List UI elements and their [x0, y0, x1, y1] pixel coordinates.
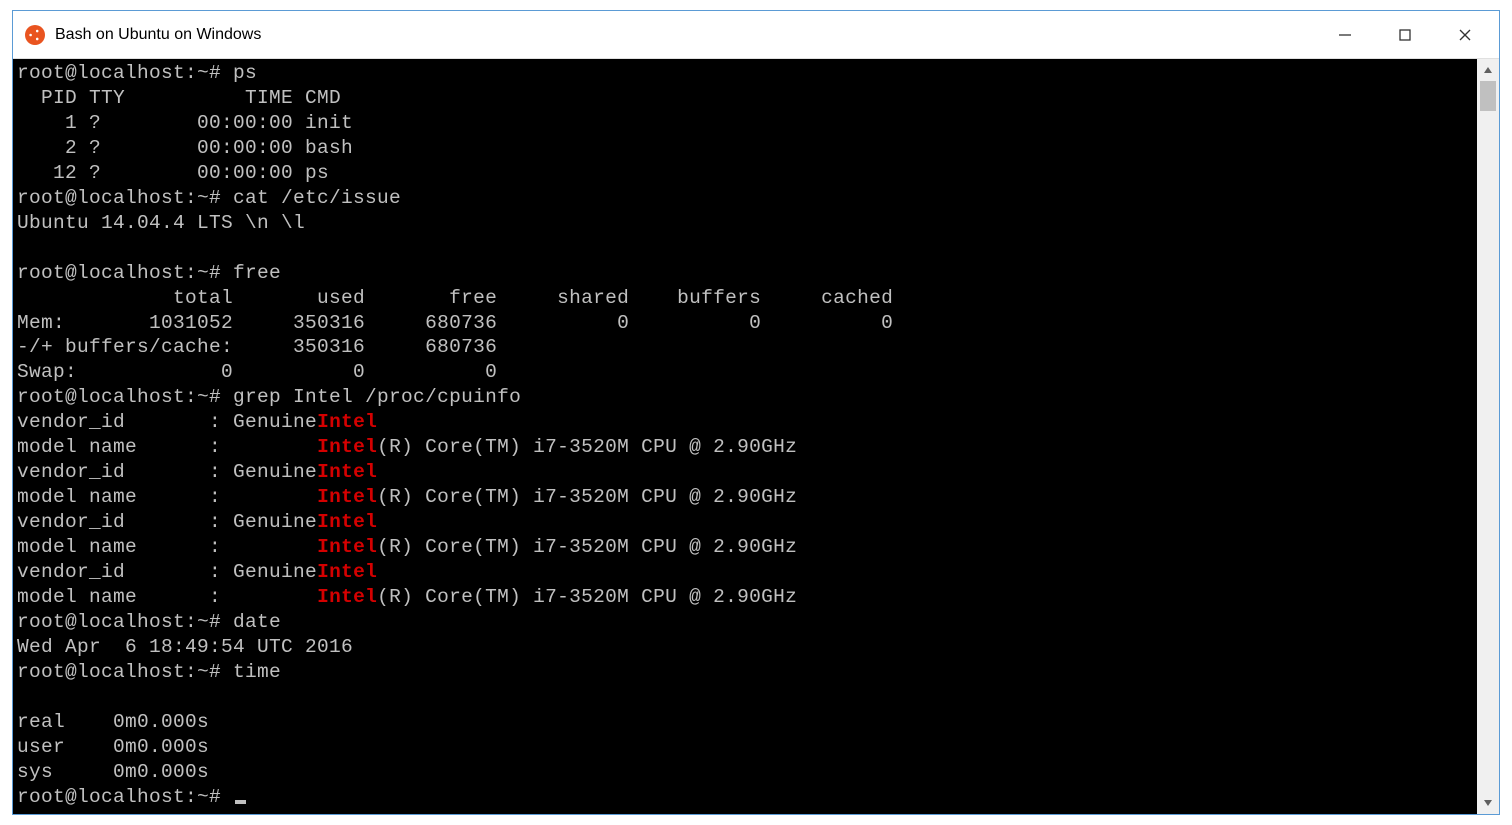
- terminal-wrapper: root@localhost:~# ps PID TTY TIME CMD 1 …: [13, 59, 1499, 814]
- close-button[interactable]: [1435, 11, 1495, 58]
- window-controls: [1315, 11, 1495, 58]
- window: Bash on Ubuntu on Windows root@localhost…: [12, 10, 1500, 815]
- scroll-track[interactable]: [1477, 81, 1499, 792]
- scroll-thumb[interactable]: [1480, 81, 1496, 111]
- titlebar[interactable]: Bash on Ubuntu on Windows: [13, 11, 1499, 59]
- scroll-up-arrow[interactable]: [1477, 59, 1499, 81]
- window-title: Bash on Ubuntu on Windows: [55, 26, 1315, 44]
- maximize-button[interactable]: [1375, 11, 1435, 58]
- minimize-button[interactable]: [1315, 11, 1375, 58]
- scroll-down-arrow[interactable]: [1477, 792, 1499, 814]
- ubuntu-icon: [25, 25, 45, 45]
- terminal-output[interactable]: root@localhost:~# ps PID TTY TIME CMD 1 …: [13, 59, 1477, 814]
- scrollbar[interactable]: [1477, 59, 1499, 814]
